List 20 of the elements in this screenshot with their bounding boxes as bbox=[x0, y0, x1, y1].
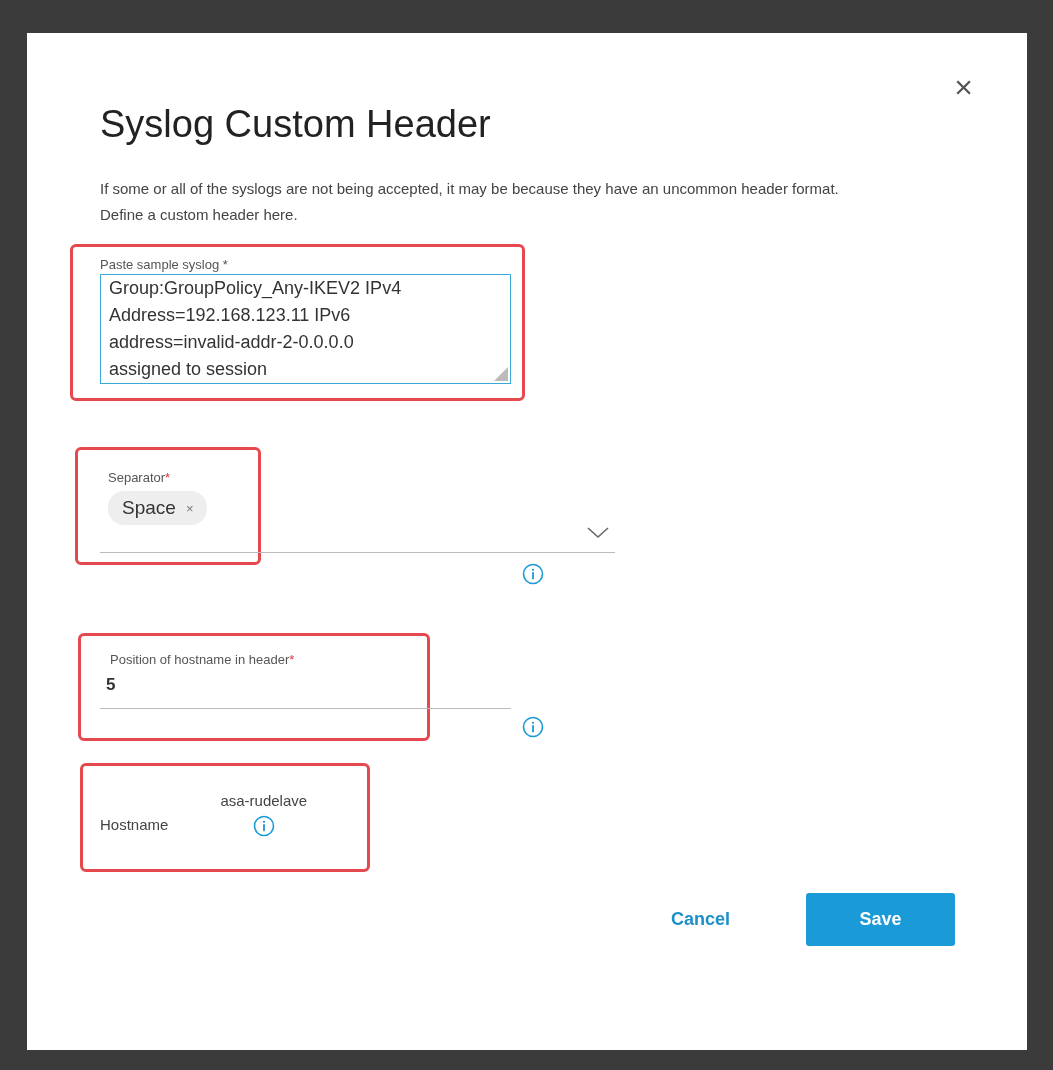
description-text: If some or all of the syslogs are not being accepted, it may be because they have an uncommon header format. Define a custom header here. bbox=[100, 179, 840, 225]
field-label: Separator* bbox=[108, 470, 172, 485]
hostname-label: Hostname bbox=[100, 816, 169, 833]
chevron-down-icon[interactable] bbox=[586, 526, 610, 540]
info-icon[interactable] bbox=[522, 563, 544, 585]
text-line: Group:GroupPolicy_Any-IKEV2 IPv4 bbox=[109, 277, 402, 301]
text-line: address=invalid-addr-2-0.0.0.0 bbox=[109, 331, 354, 354]
remove-button[interactable]: × bbox=[185, 500, 194, 516]
hostname-value: asa-rudelave bbox=[220, 792, 308, 809]
resize-grip-icon[interactable] bbox=[494, 367, 508, 381]
info-icon[interactable] bbox=[522, 716, 544, 738]
syslog-field[interactable]: Group:GroupPolicy_Any-IKEV2 IPv4 Address=192.168.123.11 IPv6 address=invalid-addr-2-0.0.0.0 assigned to session bbox=[100, 274, 511, 384]
info-icon[interactable] bbox=[252, 815, 275, 837]
separator-chip[interactable]: Space × bbox=[108, 491, 208, 525]
cancel-button[interactable]: Cancel bbox=[670, 909, 730, 930]
text-line: assigned to session bbox=[109, 358, 268, 381]
dialog-title: Syslog Custom Header bbox=[100, 103, 492, 146]
field-label: Paste sample syslog * bbox=[100, 257, 229, 272]
text-line: Address=192.168.123.11 IPv6 bbox=[109, 304, 351, 327]
close-button[interactable]: × bbox=[950, 71, 977, 103]
